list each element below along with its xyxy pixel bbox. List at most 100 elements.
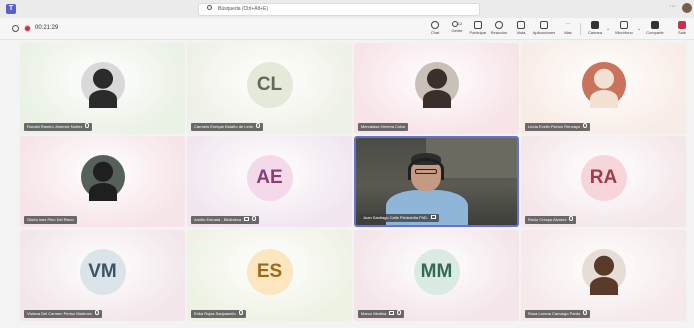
participant-name-label: Adolfo Estrada - Biblioteca <box>191 216 260 224</box>
mic-button[interactable]: Micrófono <box>612 21 636 39</box>
mic-muted-icon <box>252 216 257 222</box>
share-label: Compartir <box>646 30 664 35</box>
participant-name-label: Juan Santiago Calle Piedrahita PhD. <box>360 214 439 222</box>
mic-muted-icon <box>238 310 243 316</box>
apps-button[interactable]: Aplicaciones <box>532 21 556 39</box>
participant-name: Marco Medina <box>361 311 387 316</box>
share-button[interactable]: Compartir <box>644 21 666 39</box>
screen-share-icon <box>389 310 395 315</box>
participant-tile[interactable]: RA Rocio Crespo Alvarez <box>521 136 686 227</box>
headset-icon <box>408 158 444 180</box>
recording-icon <box>24 25 31 32</box>
leave-button[interactable]: Salir <box>674 21 690 39</box>
participant-initials-avatar: AE <box>246 154 293 201</box>
mic-muted-icon <box>397 310 402 316</box>
react-label: Reacción <box>490 30 508 35</box>
mic-muted-icon <box>583 123 588 129</box>
hand-icon <box>474 21 482 29</box>
teams-logo-icon: T <box>6 4 16 14</box>
mic-muted-icon <box>583 310 588 316</box>
participant-name: Mercalasa Herrera Coba <box>361 124 405 129</box>
leave-label: Salir <box>677 30 686 35</box>
participant-tile[interactable]: Juan Santiago Calle Piedrahita PhD. <box>354 136 519 227</box>
participant-tile[interactable]: Linda Evelin Pichon Rencayo <box>521 43 686 134</box>
participant-name-label: Ronald Ramiro Jimenez Nuñez <box>24 123 93 131</box>
participant-name-label: Marco Medina <box>358 310 405 318</box>
apps-label: Aplicaciones <box>532 30 556 35</box>
participant-name-label: Viviana Del Carmen Pertuz Martínez <box>24 310 102 318</box>
participant-photo <box>581 61 626 108</box>
raise-hand-label: Participar <box>469 30 487 35</box>
participant-tile[interactable]: VM Viviana Del Carmen Pertuz Martínez <box>20 230 185 321</box>
participant-name-label: Erika Rojas Sanjuanelo <box>191 310 246 318</box>
screen-share-icon <box>430 214 436 219</box>
participant-photo-shoulders <box>88 182 117 201</box>
participant-photo <box>414 61 459 108</box>
share-screen-icon <box>651 21 659 29</box>
mic-muted-icon <box>256 123 261 129</box>
participant-name-label: Rocio Crespo Alvarez <box>525 216 577 224</box>
camera-label: Cámara <box>587 30 603 35</box>
more-options-icon[interactable]: ··· <box>669 3 676 10</box>
participant-photo <box>80 61 125 108</box>
react-button[interactable]: Reacción <box>489 21 509 39</box>
participant-photo-shoulders <box>589 276 618 295</box>
mic-muted-icon <box>94 310 99 316</box>
participant-photo <box>80 154 125 201</box>
camera-icon <box>591 21 599 29</box>
participant-tile[interactable]: CL Carmelo Enrique Bolaño de León <box>187 43 352 134</box>
mic-muted-icon <box>569 216 574 222</box>
participant-tile[interactable]: ES Erika Rojas Sanjuanelo <box>187 230 352 321</box>
participant-name-label: Gloria Ines Pino Del Risco <box>24 216 77 224</box>
participant-tile[interactable]: Gloria Ines Pino Del Risco <box>20 136 185 227</box>
search-input[interactable]: Búsqueda (Ctrl+Alt+E) <box>198 3 480 16</box>
participant-name: Juan Santiago Calle Piedrahita PhD. <box>363 215 428 220</box>
ellipsis-icon: ··· <box>565 21 571 27</box>
camera-options-chevron-icon[interactable]: ⌄ <box>606 26 610 32</box>
mic-muted-icon <box>85 123 90 129</box>
smile-icon <box>495 21 503 29</box>
participant-name: Adolfo Estrada - Biblioteca <box>194 217 242 222</box>
participant-name-label: Mercalasa Herrera Coba <box>358 123 408 131</box>
meeting-toolbar: 00:21:29 Chat 12 Gente Participar Reacci… <box>0 18 694 40</box>
participant-name-label: Carmelo Enrique Bolaño de León <box>191 123 264 131</box>
chat-label: Chat <box>430 30 440 35</box>
participant-tile[interactable]: AE Adolfo Estrada - Biblioteca <box>187 136 352 227</box>
view-label: Vista <box>516 30 526 35</box>
apps-icon <box>540 21 548 29</box>
more-button[interactable]: ··· Más <box>561 21 575 39</box>
chat-icon <box>431 21 439 29</box>
participant-name: Erika Rojas Sanjuanelo <box>194 311 236 316</box>
raise-hand-button[interactable]: Participar <box>468 21 488 39</box>
meeting-timer: 00:21:29 <box>35 25 59 31</box>
participant-initials-avatar: ES <box>246 248 293 295</box>
mic-label: Micrófono <box>615 30 633 35</box>
participant-tile[interactable]: Rosa Lorena Camargo Pardo <box>521 230 686 321</box>
participant-photo <box>581 248 626 295</box>
mic-off-icon <box>620 21 628 29</box>
participant-name: Viviana Del Carmen Pertuz Martínez <box>27 311 92 316</box>
participant-initials-avatar: CL <box>246 61 293 108</box>
participant-photo-shoulders <box>88 89 117 108</box>
meeting-info-icon[interactable] <box>12 25 19 32</box>
participant-tile[interactable]: MM Marco Medina <box>354 230 519 321</box>
participant-initials-avatar: RA <box>580 154 627 201</box>
grid-view-icon <box>517 21 525 29</box>
participant-photo-shoulders <box>589 89 618 108</box>
participant-photo-shoulders <box>422 89 451 108</box>
user-avatar[interactable] <box>682 3 692 13</box>
mic-options-chevron-icon[interactable]: ⌄ <box>637 26 641 32</box>
toolbar-divider <box>580 23 581 35</box>
people-button[interactable]: 12 Gente <box>448 21 466 39</box>
participant-name: Linda Evelin Pichon Rencayo <box>528 124 581 129</box>
chat-button[interactable]: Chat <box>427 21 443 39</box>
view-button[interactable]: Vista <box>514 21 528 39</box>
participant-tile[interactable]: Ronald Ramiro Jimenez Nuñez <box>20 43 185 134</box>
search-icon <box>207 5 212 11</box>
participant-initials-avatar: VM <box>79 248 126 295</box>
camera-button[interactable]: Cámara <box>586 21 604 39</box>
participant-name: Ronald Ramiro Jimenez Nuñez <box>27 124 83 129</box>
participant-name-label: Rosa Lorena Camargo Pardo <box>525 310 591 318</box>
participant-tile[interactable]: Mercalasa Herrera Coba <box>354 43 519 134</box>
participant-name: Rocio Crespo Alvarez <box>528 217 567 222</box>
